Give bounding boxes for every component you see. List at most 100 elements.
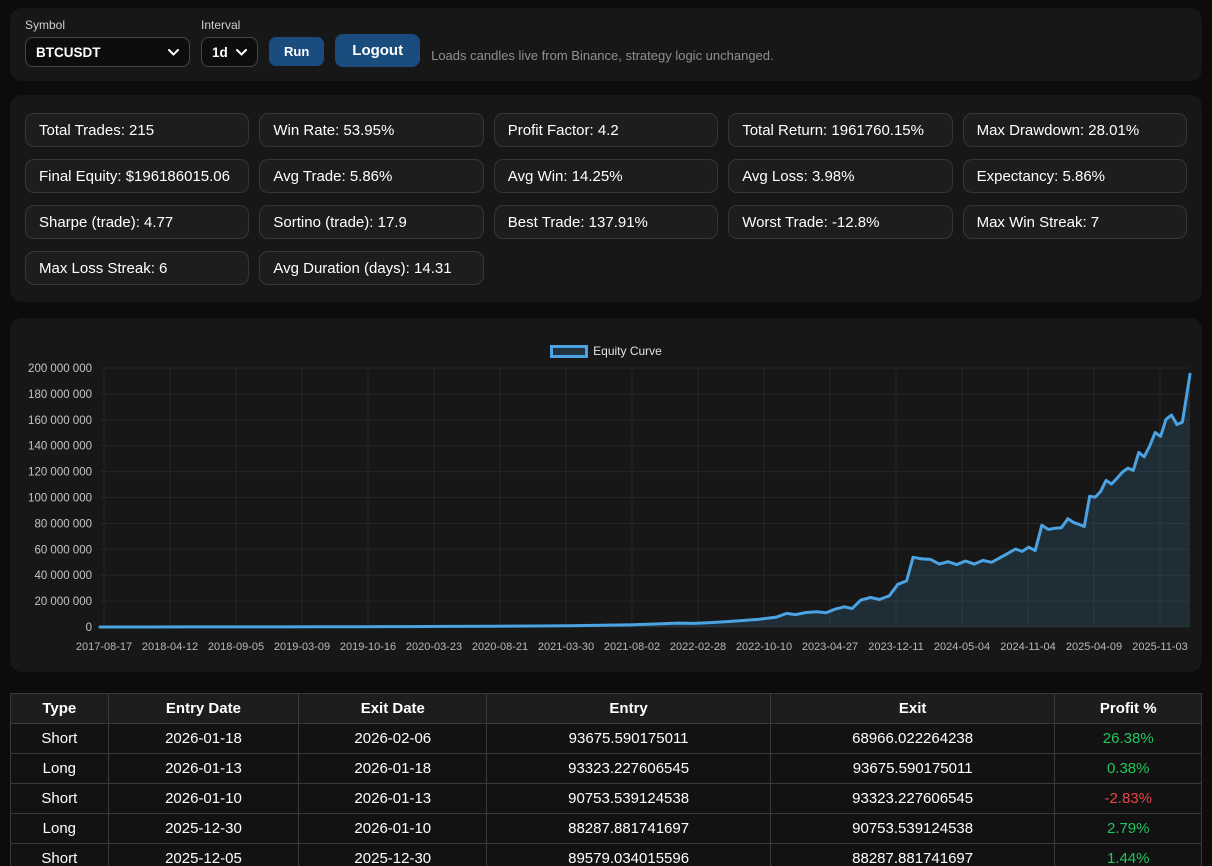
table-cell: Short (11, 844, 109, 866)
svg-text:180 000 000: 180 000 000 (28, 389, 92, 401)
chevron-down-icon (236, 49, 247, 56)
stat-card: Avg Win: 14.25% (494, 159, 718, 193)
table-cell: 2026-01-18 (299, 754, 487, 784)
svg-text:2019-03-09: 2019-03-09 (274, 641, 330, 653)
svg-text:2022-02-28: 2022-02-28 (670, 641, 726, 653)
svg-text:2022-10-10: 2022-10-10 (736, 641, 792, 653)
table-cell: 90753.539124538 (770, 814, 1055, 844)
table-cell: 2025-12-30 (108, 814, 299, 844)
column-header: Profit % (1055, 694, 1202, 724)
stat-card: Worst Trade: -12.8% (728, 205, 952, 239)
binance-note: Loads candles live from Binance, strateg… (431, 48, 774, 67)
interval-select[interactable]: 1d (201, 37, 258, 67)
table-row: Short2025-12-052025-12-3089579.034015596… (11, 844, 1202, 866)
trades-table: TypeEntry DateExit DateEntryExitProfit %… (10, 693, 1202, 866)
y-axis-labels: 020 000 00040 000 00060 000 00080 000 00… (28, 363, 92, 634)
chart-legend[interactable]: Equity Curve (10, 344, 1202, 358)
table-cell: 88287.881741697 (487, 814, 770, 844)
stat-card: Max Win Streak: 7 (963, 205, 1187, 239)
table-cell: 2026-01-10 (299, 814, 487, 844)
stat-card: Total Return: 1961760.15% (728, 113, 952, 147)
svg-text:0: 0 (86, 622, 92, 634)
svg-text:60 000 000: 60 000 000 (34, 544, 92, 556)
svg-text:2023-12-11: 2023-12-11 (868, 641, 923, 653)
svg-text:2024-05-04: 2024-05-04 (934, 641, 990, 653)
svg-text:40 000 000: 40 000 000 (34, 570, 92, 582)
table-cell: 93323.227606545 (770, 784, 1055, 814)
profit-cell: 26.38% (1055, 724, 1202, 754)
stat-card: Expectancy: 5.86% (963, 159, 1187, 193)
profit-cell: 1.44% (1055, 844, 1202, 866)
table-cell: 88287.881741697 (770, 844, 1055, 866)
stat-card: Profit Factor: 4.2 (494, 113, 718, 147)
table-cell: Long (11, 754, 109, 784)
table-cell: Short (11, 724, 109, 754)
svg-text:80 000 000: 80 000 000 (34, 518, 92, 530)
symbol-select[interactable]: BTCUSDT (25, 37, 190, 67)
table-row: Short2026-01-102026-01-1390753.539124538… (11, 784, 1202, 814)
svg-text:2020-08-21: 2020-08-21 (472, 641, 528, 653)
equity-chart-panel: Equity Curve 020 000 00040 000 00060 000… (10, 318, 1202, 672)
table-cell: 93323.227606545 (487, 754, 770, 784)
svg-text:2021-08-02: 2021-08-02 (604, 641, 660, 653)
table-cell: 93675.590175011 (487, 724, 770, 754)
stat-card: Win Rate: 53.95% (259, 113, 483, 147)
column-header: Entry Date (108, 694, 299, 724)
table-row: Long2025-12-302026-01-1088287.8817416979… (11, 814, 1202, 844)
legend-label: Equity Curve (593, 344, 662, 358)
svg-text:2023-04-27: 2023-04-27 (802, 641, 858, 653)
table-row: Short2026-01-182026-02-0693675.590175011… (11, 724, 1202, 754)
trades-table-header: TypeEntry DateExit DateEntryExitProfit % (11, 694, 1202, 724)
svg-text:2025-04-09: 2025-04-09 (1066, 641, 1122, 653)
chevron-down-icon (168, 49, 179, 56)
equity-curve-chart: 020 000 00040 000 00060 000 00080 000 00… (10, 318, 1202, 672)
symbol-label: Symbol (25, 18, 190, 32)
table-cell: 2025-12-30 (299, 844, 487, 866)
table-cell: 89579.034015596 (487, 844, 770, 866)
svg-text:2020-03-23: 2020-03-23 (406, 641, 462, 653)
svg-text:140 000 000: 140 000 000 (28, 441, 92, 453)
interval-field-group: Interval 1d (201, 18, 258, 67)
stat-card: Max Drawdown: 28.01% (963, 113, 1187, 147)
stat-card: Best Trade: 137.91% (494, 205, 718, 239)
svg-text:200 000 000: 200 000 000 (28, 363, 92, 375)
svg-text:2025-11-03: 2025-11-03 (1132, 641, 1187, 653)
column-header: Type (11, 694, 109, 724)
stat-card: Avg Duration (days): 14.31 (259, 251, 483, 285)
legend-swatch (550, 345, 588, 358)
interval-label: Interval (201, 18, 258, 32)
svg-text:2018-09-05: 2018-09-05 (208, 641, 264, 653)
x-axis-labels: 2017-08-172018-04-122018-09-052019-03-09… (76, 641, 1188, 653)
column-header: Exit Date (299, 694, 487, 724)
logout-button[interactable]: Logout (335, 34, 420, 67)
table-cell: 2026-01-13 (108, 754, 299, 784)
svg-text:2024-11-04: 2024-11-04 (1000, 641, 1055, 653)
equity-area-fill (100, 374, 1190, 627)
table-cell: 2025-12-05 (108, 844, 299, 866)
table-cell: 93675.590175011 (770, 754, 1055, 784)
table-cell: 90753.539124538 (487, 784, 770, 814)
svg-text:2021-03-30: 2021-03-30 (538, 641, 594, 653)
svg-text:160 000 000: 160 000 000 (28, 415, 92, 427)
top-toolbar: Symbol BTCUSDT Interval 1d Run Logout Lo… (10, 8, 1202, 81)
stat-card: Avg Loss: 3.98% (728, 159, 952, 193)
table-cell: 2026-02-06 (299, 724, 487, 754)
svg-text:100 000 000: 100 000 000 (28, 493, 92, 505)
stat-card: Avg Trade: 5.86% (259, 159, 483, 193)
column-header: Entry (487, 694, 770, 724)
table-cell: 2026-01-10 (108, 784, 299, 814)
column-header: Exit (770, 694, 1055, 724)
stat-card: Final Equity: $196186015.06 (25, 159, 249, 193)
table-cell: 2026-01-13 (299, 784, 487, 814)
table-cell: 2026-01-18 (108, 724, 299, 754)
run-button[interactable]: Run (269, 37, 324, 66)
profit-cell: -2.83% (1055, 784, 1202, 814)
symbol-select-value: BTCUSDT (36, 45, 101, 60)
profit-cell: 2.79% (1055, 814, 1202, 844)
table-cell: 68966.022264238 (770, 724, 1055, 754)
table-cell: Short (11, 784, 109, 814)
table-row: Long2026-01-132026-01-1893323.2276065459… (11, 754, 1202, 784)
profit-cell: 0.38% (1055, 754, 1202, 784)
svg-text:2019-10-16: 2019-10-16 (340, 641, 396, 653)
stat-card: Max Loss Streak: 6 (25, 251, 249, 285)
